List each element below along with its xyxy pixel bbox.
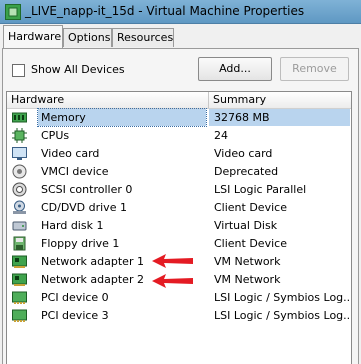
cpu-icon	[12, 128, 27, 143]
pci-device-icon	[12, 290, 27, 305]
window-title: _LIVE_napp-it_15d - Virtual Machine Prop…	[25, 4, 305, 18]
table-row[interactable]: VMCI device Deprecated	[8, 163, 350, 180]
table-header: Hardware Summary	[7, 92, 351, 109]
show-all-devices-checkbox[interactable]	[12, 64, 25, 77]
title-bar: _LIVE_napp-it_15d - Virtual Machine Prop…	[0, 0, 361, 24]
row-hardware-name: CD/DVD drive 1	[41, 201, 127, 214]
row-summary: Video card	[214, 147, 273, 160]
table-row[interactable]: PCI device 3 LSI Logic / Symbios Log...	[8, 307, 350, 324]
row-summary: 32768 MB	[209, 109, 350, 126]
row-summary: LSI Logic / Symbios Log...	[214, 309, 350, 322]
row-summary: Deprecated	[214, 165, 279, 178]
memory-icon	[12, 110, 27, 125]
remove-button[interactable]: Remove	[280, 57, 349, 81]
row-summary: 24	[214, 129, 228, 142]
annotation-arrow	[152, 254, 193, 268]
row-summary: Client Device	[214, 237, 287, 250]
row-summary: LSI Logic Parallel	[214, 183, 307, 196]
row-summary: LSI Logic / Symbios Log...	[214, 291, 350, 304]
row-summary: VM Network	[214, 273, 281, 286]
row-hardware-name: PCI device 0	[41, 291, 109, 304]
network-adapter-icon	[12, 254, 27, 269]
tab-resources[interactable]: Resources	[112, 28, 174, 47]
cd-drive-icon	[12, 200, 27, 215]
network-adapter-icon	[12, 272, 27, 287]
row-hardware-name: SCSI controller 0	[41, 183, 133, 196]
scsi-icon	[12, 182, 27, 197]
row-summary: VM Network	[214, 255, 281, 268]
row-hardware-name: Hard disk 1	[41, 219, 104, 232]
table-row[interactable]: CD/DVD drive 1 Client Device	[8, 199, 350, 216]
table-row[interactable]: Floppy drive 1 Client Device	[8, 235, 350, 252]
floppy-icon	[12, 236, 27, 251]
row-hardware-name: PCI device 3	[41, 309, 109, 322]
hardware-table: Hardware Summary Memory 32768 MB CPUs 24…	[6, 91, 352, 364]
add-button[interactable]: Add...	[198, 57, 272, 81]
table-row[interactable]: SCSI controller 0 LSI Logic Parallel	[8, 181, 350, 198]
vm-app-icon	[5, 4, 21, 20]
row-summary: Virtual Disk	[214, 219, 278, 232]
vmci-icon	[12, 164, 27, 179]
table-row[interactable]: CPUs 24	[8, 127, 350, 144]
row-hardware-name: Floppy drive 1	[41, 237, 120, 250]
column-header-summary[interactable]: Summary	[213, 93, 266, 106]
tab-hardware[interactable]: Hardware	[3, 25, 63, 48]
column-header-hardware[interactable]: Hardware	[11, 93, 64, 106]
table-row[interactable]: Video card Video card	[8, 145, 350, 162]
row-hardware-name: VMCI device	[41, 165, 109, 178]
column-divider[interactable]	[208, 92, 209, 108]
row-hardware-name: Video card	[41, 147, 100, 160]
pci-device-icon	[12, 308, 27, 323]
row-hardware-name: CPUs	[41, 129, 70, 142]
table-row[interactable]: Hard disk 1 Virtual Disk	[8, 217, 350, 234]
row-hardware-name: Memory	[37, 108, 207, 127]
table-row[interactable]: Memory 32768 MB	[8, 108, 350, 127]
hard-disk-icon	[12, 218, 27, 233]
tab-options[interactable]: Options	[63, 28, 112, 47]
monitor-icon	[12, 146, 27, 161]
row-summary: Client Device	[214, 201, 287, 214]
table-row[interactable]: PCI device 0 LSI Logic / Symbios Log...	[8, 289, 350, 306]
show-all-devices-label: Show All Devices	[31, 63, 125, 76]
annotation-arrow	[152, 274, 193, 288]
